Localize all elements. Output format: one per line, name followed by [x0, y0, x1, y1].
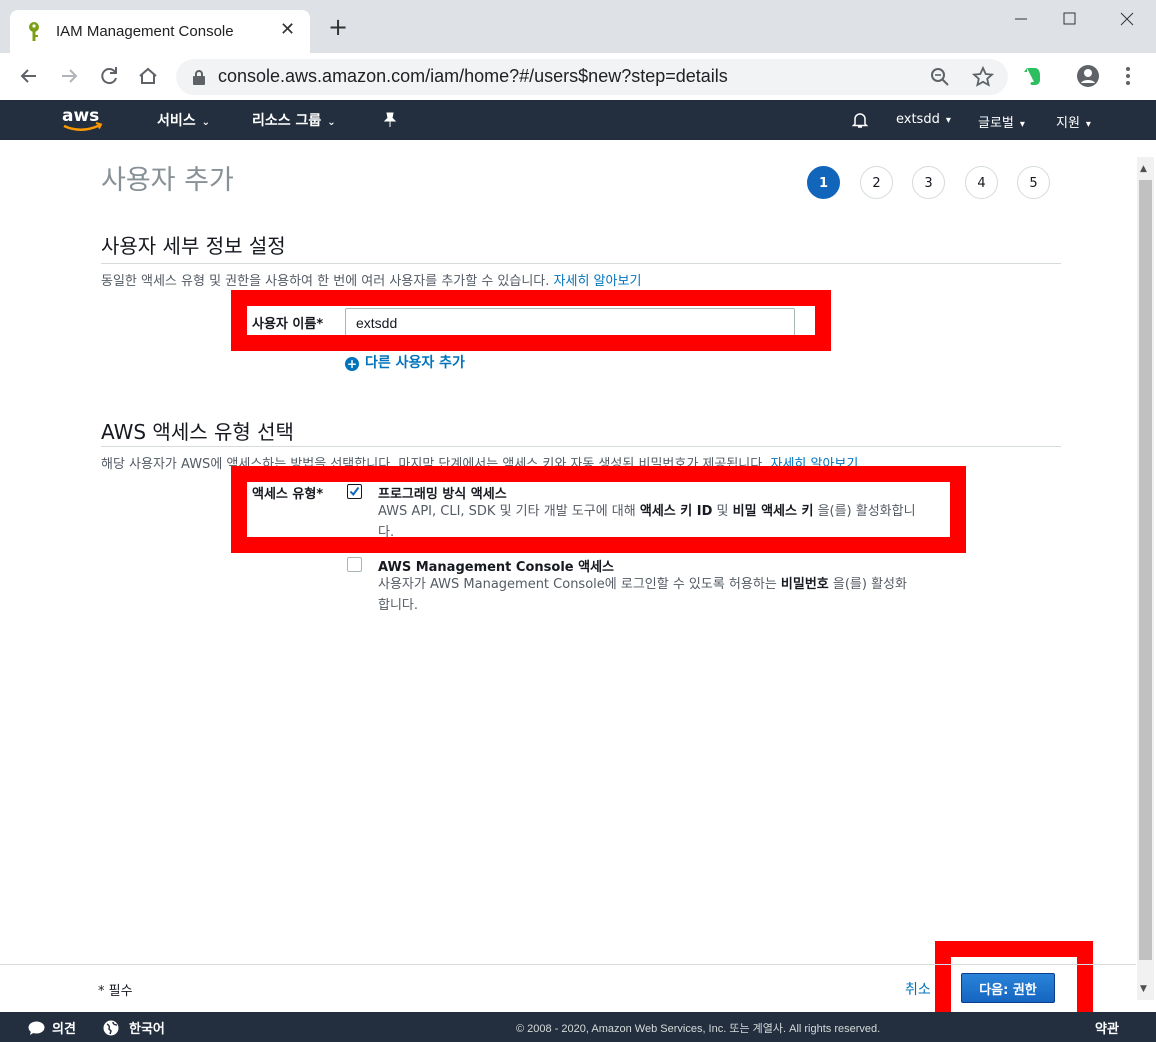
footer-divider: [0, 964, 1136, 965]
browser-tab-bar: IAM Management Console ✕ +: [0, 0, 1156, 53]
iam-key-icon: [29, 22, 39, 41]
step-4[interactable]: 4: [965, 166, 998, 199]
svg-text:aws: aws: [62, 106, 99, 126]
highlight-box-username: [231, 290, 831, 351]
cancel-link[interactable]: 취소: [905, 979, 931, 999]
add-another-user-label: 다른 사용자 추가: [365, 355, 465, 371]
section-divider: [101, 263, 1061, 264]
minimize-icon[interactable]: [1000, 4, 1040, 34]
bookmark-star-icon[interactable]: [972, 66, 994, 88]
plus-circle-icon: +: [345, 357, 359, 371]
region-menu[interactable]: 글로벌 ▾: [978, 112, 1025, 131]
scrollbar-thumb[interactable]: [1139, 180, 1152, 960]
profile-icon[interactable]: [1075, 63, 1101, 89]
chrome-menu-icon[interactable]: [1115, 63, 1141, 89]
account-menu[interactable]: extsdd ▾: [896, 112, 951, 127]
language-label: 한국어: [129, 1022, 165, 1037]
feedback-link[interactable]: 의견: [28, 1018, 76, 1037]
console-access-description: 사용자가 AWS Management Console에 로그인할 수 있도록 …: [378, 574, 918, 616]
window-close-icon[interactable]: [1107, 4, 1147, 34]
learn-more-link[interactable]: 자세히 알아보기: [554, 274, 642, 289]
services-menu[interactable]: 서비스 ⌄: [157, 110, 210, 130]
browser-tab[interactable]: IAM Management Console ✕: [10, 10, 310, 53]
tab-title: IAM Management Console: [56, 23, 234, 40]
speech-bubble-icon: [28, 1021, 45, 1035]
desc-part: 사용자가 AWS Management Console에 로그인할 수 있도록 …: [378, 577, 781, 592]
maximize-icon[interactable]: [1050, 4, 1090, 34]
required-note: * 필수: [98, 984, 133, 999]
pin-icon[interactable]: [382, 112, 398, 128]
step-5[interactable]: 5: [1017, 166, 1050, 199]
reload-icon[interactable]: [96, 63, 122, 89]
resource-groups-label: 리소스 그룹: [252, 113, 322, 129]
user-details-heading: 사용자 세부 정보 설정: [101, 234, 286, 258]
caret-down-icon: ▾: [1019, 119, 1025, 130]
access-type-heading: AWS 액세스 유형 선택: [101, 420, 294, 444]
add-another-user-link[interactable]: + 다른 사용자 추가: [345, 352, 465, 372]
close-tab-icon[interactable]: ✕: [280, 19, 295, 40]
aws-logo[interactable]: aws: [60, 104, 104, 134]
terms-link[interactable]: 약관: [1095, 1018, 1119, 1037]
scroll-up-arrow-icon[interactable]: ▲: [1140, 164, 1147, 174]
step-1[interactable]: 1: [807, 166, 840, 199]
browser-toolbar: console.aws.amazon.com/iam/home?#/users$…: [0, 53, 1156, 101]
support-menu[interactable]: 지원 ▾: [1056, 112, 1091, 131]
password-text: 비밀번호: [780, 577, 829, 592]
console-access-checkbox[interactable]: [347, 557, 362, 572]
home-icon[interactable]: [135, 63, 161, 89]
lock-icon: [193, 70, 205, 85]
copyright-text: © 2008 - 2020, Amazon Web Services, Inc.…: [516, 1023, 881, 1035]
step-2[interactable]: 2: [860, 166, 893, 199]
account-label: extsdd: [896, 112, 940, 127]
caret-down-icon: ▾: [945, 115, 951, 126]
back-icon[interactable]: [16, 63, 42, 89]
aws-navigation-bar: aws 서비스 ⌄ 리소스 그룹 ⌄ extsdd ▾ 글로벌 ▾ 지원 ▾: [0, 100, 1156, 140]
console-footer-bar: 의견 한국어 © 2008 - 2020, Amazon Web Service…: [0, 1012, 1156, 1042]
language-selector[interactable]: 한국어: [103, 1018, 165, 1037]
highlight-box-access-type: [231, 466, 966, 553]
address-bar[interactable]: console.aws.amazon.com/iam/home?#/users$…: [176, 59, 1008, 95]
console-access-title: AWS Management Console 액세스: [378, 560, 614, 575]
globe-icon: [103, 1020, 119, 1036]
zoom-icon[interactable]: [930, 67, 950, 87]
resource-groups-menu[interactable]: 리소스 그룹 ⌄: [252, 110, 336, 130]
url-text: console.aws.amazon.com/iam/home?#/users$…: [218, 66, 728, 86]
services-label: 서비스: [157, 113, 196, 129]
evernote-extension-icon[interactable]: [1020, 63, 1046, 89]
section-divider: [101, 446, 1061, 447]
chevron-down-icon: ⌄: [327, 117, 336, 128]
next-permissions-button[interactable]: 다음: 권한: [961, 973, 1055, 1003]
notification-bell-icon[interactable]: [851, 111, 869, 129]
support-label: 지원: [1056, 116, 1080, 131]
region-label: 글로벌: [978, 116, 1014, 131]
new-tab-icon[interactable]: +: [328, 15, 348, 39]
feedback-label: 의견: [52, 1022, 76, 1037]
chevron-down-icon: ⌄: [201, 117, 211, 128]
user-details-description: 동일한 액세스 유형 및 권한을 사용하여 한 번에 여러 사용자를 추가할 수…: [101, 270, 641, 289]
scroll-down-arrow-icon[interactable]: ▼: [1140, 984, 1147, 994]
page-title: 사용자 추가: [101, 165, 234, 196]
forward-icon[interactable]: [56, 63, 82, 89]
step-3[interactable]: 3: [912, 166, 945, 199]
user-details-description-text: 동일한 액세스 유형 및 권한을 사용하여 한 번에 여러 사용자를 추가할 수…: [101, 274, 550, 289]
caret-down-icon: ▾: [1085, 119, 1091, 130]
